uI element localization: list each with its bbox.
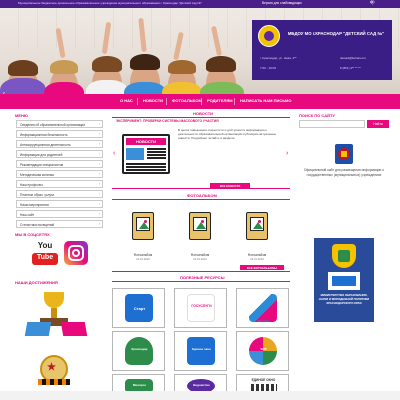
search-button[interactable]: Найти (367, 120, 389, 128)
album-card-title[interactable]: Фотоальбом (183, 253, 217, 257)
gov-emblem-icon[interactable] (331, 142, 357, 168)
login-icon[interactable]: ⎆ (370, 0, 375, 7)
menu-item[interactable]: Наши мероприятия › (16, 200, 103, 208)
menu-item[interactable]: Статистика посещений › (16, 220, 103, 228)
search-input[interactable] (299, 120, 365, 128)
album-card-icon[interactable] (240, 209, 274, 243)
news-item-text: В целях повышения открытости и доступнос… (178, 128, 277, 141)
hours-text: 7:00 - 19:00 (260, 66, 277, 70)
main-nav: О НАС НОВОСТИ ФОТОАЛЬБОМ РОДИТЕЛЯМ НАПИС… (0, 94, 400, 109)
resource-link[interactable]: Краснодар (112, 331, 165, 371)
album-card-date: 22.10.2019 (250, 258, 264, 261)
album-title: ФОТОАЛЬБОМ (187, 193, 217, 198)
gov-site-text[interactable]: Официальный сайт для размещения информац… (303, 168, 385, 177)
album-card-icon[interactable] (183, 209, 217, 243)
menu-item[interactable]: Сведения об образовательной организации › (16, 120, 103, 128)
org-full-name: Муниципальное бюджетное дошкольное образ… (18, 1, 202, 5)
nav-item-album[interactable]: ФОТОАЛЬБОМ (172, 98, 202, 103)
footer-stripe (0, 391, 400, 400)
resource-link[interactable]: ЭОР (236, 331, 289, 371)
menu-item[interactable]: Платные образ. услуги › (16, 190, 103, 198)
resource-link[interactable]: Единое окно (174, 331, 227, 371)
top-bar: Муниципальное бюджетное дошкольное образ… (0, 0, 400, 8)
instagram-icon[interactable] (64, 241, 88, 265)
org-short-name: МБДОУ МО г.КРАСНОДАР "ДЕТСКИЙ САД №" (287, 31, 385, 36)
menu-item[interactable]: Рекомендации специалистов › (16, 160, 103, 168)
album-card-date: 22.10.2019 (193, 258, 207, 261)
menu-title: МЕНЮ (15, 113, 29, 118)
nav-item-write-us[interactable]: НАПИСАТЬ НАМ ПИСЬМО (240, 98, 291, 103)
resource-link[interactable]: ГОСУСЛУГИ (174, 288, 227, 328)
menu-item[interactable]: Информационная безопасность › (16, 130, 103, 138)
nav-item-parents[interactable]: РОДИТЕЛЯМ (207, 98, 233, 103)
resource-link[interactable]: Старт (112, 288, 165, 328)
resource-link[interactable]: Минобр (236, 288, 289, 328)
newspaper-image: НОВОСТИ (122, 130, 174, 176)
news-title: НОВОСТИ (193, 111, 214, 116)
trophy-image (24, 292, 88, 340)
album-card-title[interactable]: Фотоальбом (126, 253, 160, 257)
victory-badge-image: ★ (34, 355, 74, 391)
youtube-icon[interactable]: You Tube (30, 240, 60, 268)
news-next-icon[interactable]: › (286, 150, 288, 157)
nav-item-about[interactable]: О НАС (120, 98, 133, 103)
ministry-banner[interactable]: МИНИСТЕРСТВО ОБРАЗОВАНИЯ, НАУКИ И МОЛОДЕ… (314, 238, 374, 322)
news-item-title[interactable]: ЭКСПЕРИМЕНТ: ПРОВЕРКИ СИСТЕМЫ МАССОВОГО … (116, 119, 219, 123)
menu-item[interactable]: Наш профсоюз › (16, 180, 103, 188)
album-card-date: 22.10.2019 (136, 258, 150, 261)
resources-title: ПОЛЕЗНЫЕ РЕСУРСЫ (180, 275, 225, 280)
menu-item[interactable]: Антикоррупционная деятельность › (16, 140, 103, 148)
address-text: г. Краснодар, ул. Нева, 2** (260, 56, 297, 60)
search-title: ПОИСК ПО САЙТУ (299, 113, 335, 118)
achievements-title: НАШИ ДОСТИЖЕНИЯ (15, 280, 58, 285)
phone-text: 8 (861) 2** ** ** (340, 66, 361, 70)
menu-item[interactable]: Методическая копилка › (16, 170, 103, 178)
menu-item[interactable]: Наш сайт › (16, 210, 103, 218)
social-title: МЫ В СОЦСЕТЯХ (15, 232, 50, 237)
vision-mode-link[interactable]: Версия для слабовидящих (262, 1, 302, 5)
all-albums-button[interactable]: ВСЕ ФОТОАЛЬБОМЫ (240, 265, 284, 270)
album-card-title[interactable]: Фотоальбом (240, 253, 274, 257)
menu-item[interactable]: Информация для родителей › (16, 150, 103, 158)
nav-item-news[interactable]: НОВОСТИ (143, 98, 163, 103)
org-info-box: МБДОУ МО г.КРАСНОДАР "ДЕТСКИЙ САД №" г. … (252, 20, 392, 80)
org-logo (258, 25, 280, 47)
album-card-icon[interactable] (126, 209, 160, 243)
email-link[interactable]: detsad@kubanet.ru (340, 56, 366, 60)
news-prev-icon[interactable]: ‹ (113, 150, 115, 157)
